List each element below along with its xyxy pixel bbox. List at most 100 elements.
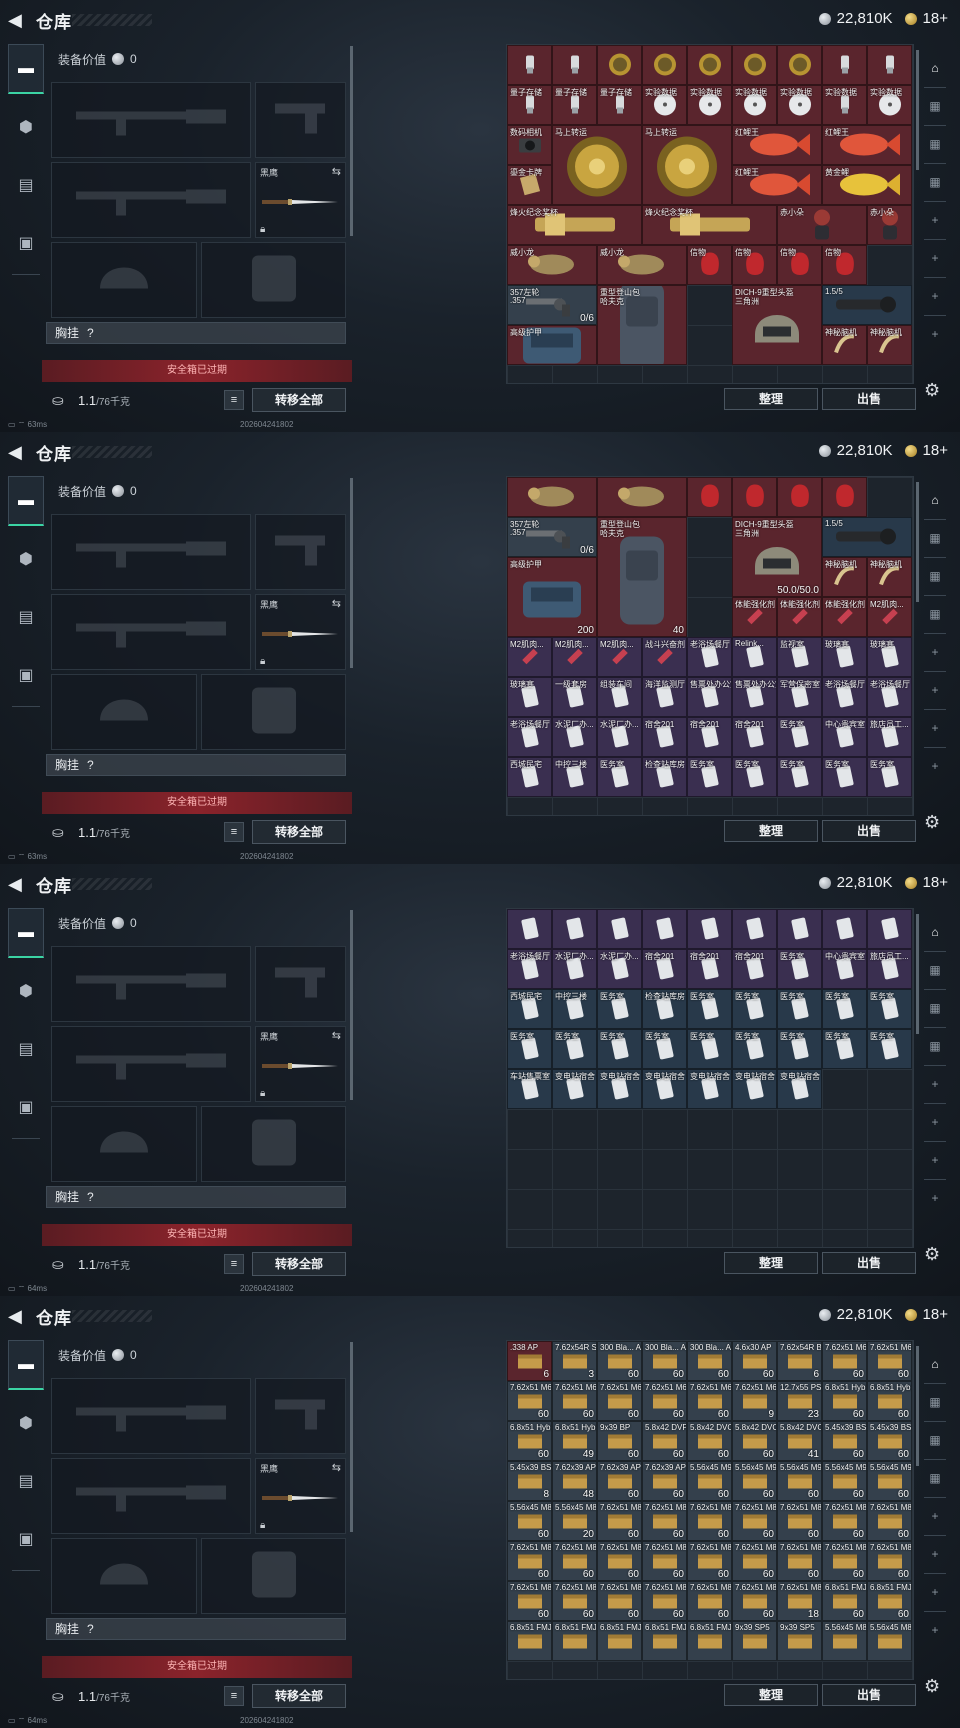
sell-button[interactable]: 出售 bbox=[822, 388, 916, 410]
helmet-slot[interactable] bbox=[51, 1106, 197, 1182]
inventory-item[interactable]: 变电站宿舍 bbox=[552, 1069, 597, 1109]
inventory-item[interactable]: 军营保密室 bbox=[777, 677, 822, 717]
inventory-item[interactable]: 6.8x51 FMJ 60 bbox=[822, 1581, 867, 1621]
inventory-item[interactable]: 7.62x51 M80 60 bbox=[687, 1541, 732, 1581]
inventory-item[interactable]: 中心贵宾室 bbox=[822, 949, 867, 989]
inventory-item[interactable]: 357左轮 .357 0/6 bbox=[507, 285, 597, 325]
inventory-item[interactable]: 数码相机 bbox=[507, 125, 552, 165]
add-page-icon[interactable]: + bbox=[918, 748, 952, 784]
inventory-item[interactable]: 7.62x51 M61 60 bbox=[642, 1381, 687, 1421]
inventory-item[interactable]: 7.62x51 M80 60 bbox=[777, 1501, 822, 1541]
inventory-item[interactable]: 7.62x39 AP 48 bbox=[552, 1461, 597, 1501]
inventory-item[interactable]: 5.45x39 BS 8 bbox=[507, 1461, 552, 1501]
pistol-slot[interactable] bbox=[255, 946, 346, 1022]
inventory-item[interactable]: 变电站宿舍 bbox=[642, 1069, 687, 1109]
storage-page-1[interactable]: ▦ bbox=[918, 952, 952, 988]
inventory-item[interactable]: 医务室 bbox=[687, 1029, 732, 1069]
primary-weapon-slot[interactable] bbox=[51, 82, 251, 158]
transfer-all-button[interactable]: 转移全部 bbox=[252, 388, 346, 412]
tab-armor[interactable]: ⬢ bbox=[8, 102, 44, 152]
settings-gear-icon[interactable]: ⚙ bbox=[924, 812, 940, 833]
equipment-scrollbar[interactable] bbox=[350, 478, 353, 668]
inventory-item[interactable] bbox=[552, 45, 597, 85]
inventory-item[interactable]: 医务室 bbox=[822, 989, 867, 1029]
inventory-item[interactable] bbox=[822, 45, 867, 85]
inventory-item[interactable]: 红鲤王 bbox=[732, 165, 822, 205]
add-page-icon[interactable]: + bbox=[918, 202, 952, 238]
inventory-item[interactable]: 老浴场餐厅 bbox=[507, 949, 552, 989]
inventory-item[interactable]: 老浴场餐厅 bbox=[687, 637, 732, 677]
tab-vest[interactable]: ▤ bbox=[8, 1456, 44, 1506]
inventory-item[interactable]: 鎏金卡牌 bbox=[507, 165, 552, 205]
inventory-item[interactable]: 宿舍201 bbox=[642, 717, 687, 757]
add-page-icon[interactable]: + bbox=[918, 672, 952, 708]
inventory-item[interactable]: 5.56x45 M855A1 bbox=[867, 1621, 912, 1661]
inventory-item[interactable]: 5.56x45 M995 60 bbox=[732, 1461, 777, 1501]
inventory-item[interactable]: 医务室 bbox=[777, 757, 822, 797]
inventory-item[interactable] bbox=[687, 909, 732, 949]
inventory-item[interactable] bbox=[777, 909, 822, 949]
inventory-item[interactable]: 玻璃塞 bbox=[867, 637, 912, 677]
equipment-scrollbar[interactable] bbox=[350, 46, 353, 236]
inventory-item[interactable]: 监视室 bbox=[777, 637, 822, 677]
inventory-item[interactable]: 7.62x51 M80 60 bbox=[642, 1541, 687, 1581]
inventory-item[interactable]: 售票处办公室 bbox=[687, 677, 732, 717]
inventory-item[interactable]: 战斗兴奋剂 bbox=[642, 637, 687, 677]
inventory-item[interactable]: 一级套房 bbox=[552, 677, 597, 717]
inventory-item[interactable]: DICH-9重型头盔 三角洲 50.0/50.0 bbox=[732, 517, 822, 597]
inventory-item[interactable]: 检查站库房 bbox=[642, 989, 687, 1029]
warehouse-tab-icon[interactable]: ⌂ bbox=[918, 914, 952, 950]
inventory-item[interactable]: 7.62x51 M80 60 bbox=[732, 1581, 777, 1621]
inventory-item[interactable]: 体能强化剂 bbox=[732, 597, 777, 637]
add-page-icon[interactable]: + bbox=[918, 1612, 952, 1648]
inventory-item[interactable] bbox=[597, 477, 687, 517]
inventory-item[interactable]: M2肌肉... bbox=[597, 637, 642, 677]
inventory-item[interactable]: 重型登山包 哈夫克 bbox=[597, 285, 687, 365]
sort-button[interactable]: 整理 bbox=[724, 388, 818, 410]
inventory-item[interactable]: 西城民宅 bbox=[507, 757, 552, 797]
inventory-item[interactable]: 变电站宿舍 bbox=[597, 1069, 642, 1109]
inventory-item[interactable]: M2肌肉... bbox=[507, 637, 552, 677]
chest-rig-slot[interactable]: 胸挂? bbox=[46, 1186, 346, 1208]
inventory-item[interactable]: 玻璃塞 bbox=[822, 637, 867, 677]
inventory-item[interactable]: 量子存储 bbox=[507, 85, 552, 125]
add-page-icon[interactable]: + bbox=[918, 710, 952, 746]
inventory-item[interactable]: 7.62x51 M80 60 bbox=[867, 1541, 912, 1581]
inventory-item[interactable]: M2肌肉... bbox=[867, 597, 912, 637]
inventory-item[interactable]: 7.62x54R SNB 3 bbox=[552, 1341, 597, 1381]
inventory-item[interactable]: 红鲤王 bbox=[822, 125, 912, 165]
primary-weapon-slot[interactable] bbox=[51, 514, 251, 590]
warehouse-tab-icon[interactable]: ⌂ bbox=[918, 482, 952, 518]
tab-vest[interactable]: ▤ bbox=[8, 592, 44, 642]
chest-rig-slot[interactable]: 胸挂? bbox=[46, 1618, 346, 1640]
inventory-item[interactable]: 6.8x51 FMJ bbox=[642, 1621, 687, 1661]
inventory-item[interactable] bbox=[777, 477, 822, 517]
inventory-item[interactable]: 9x39 SP5 bbox=[777, 1621, 822, 1661]
add-page-icon[interactable]: + bbox=[918, 1142, 952, 1178]
list-view-button[interactable]: ≡ bbox=[224, 1686, 244, 1706]
tab-backpack[interactable]: ▣ bbox=[8, 1082, 44, 1132]
inventory-item[interactable]: 7.62x51 M80 60 bbox=[552, 1581, 597, 1621]
pistol-slot[interactable] bbox=[255, 82, 346, 158]
inventory-item[interactable]: 7.62x51 M80 60 bbox=[642, 1581, 687, 1621]
inventory-item[interactable]: 7.62x51 M80 18 bbox=[777, 1581, 822, 1621]
inventory-item[interactable]: 检查站库房 bbox=[642, 757, 687, 797]
inventory-item[interactable] bbox=[687, 477, 732, 517]
inventory-item[interactable]: 宿舍201 bbox=[687, 949, 732, 989]
inventory-item[interactable]: 神秘脑机 bbox=[822, 557, 867, 597]
inventory-item[interactable]: 威小龙 bbox=[507, 245, 597, 285]
inventory-item[interactable]: 威小龙 bbox=[597, 245, 687, 285]
inventory-item[interactable]: 烽火纪念奖杯 bbox=[642, 205, 777, 245]
inventory-item[interactable]: 6.8x51 Hybrid 60 bbox=[822, 1381, 867, 1421]
inventory-item[interactable]: 医务室 bbox=[777, 949, 822, 989]
sell-button[interactable]: 出售 bbox=[822, 1252, 916, 1274]
inventory-item[interactable]: 车站售票室 bbox=[507, 1069, 552, 1109]
inventory-item[interactable]: 宿舍201 bbox=[642, 949, 687, 989]
inventory-item[interactable]: 红鲤王 bbox=[732, 125, 822, 165]
add-page-icon[interactable]: + bbox=[918, 278, 952, 314]
settings-gear-icon[interactable]: ⚙ bbox=[924, 1244, 940, 1265]
inventory-item[interactable]: 神秘脑机 bbox=[867, 325, 912, 365]
sell-button[interactable]: 出售 bbox=[822, 820, 916, 842]
helmet-slot[interactable] bbox=[51, 1538, 197, 1614]
inventory-item[interactable]: 医务室 bbox=[732, 757, 777, 797]
